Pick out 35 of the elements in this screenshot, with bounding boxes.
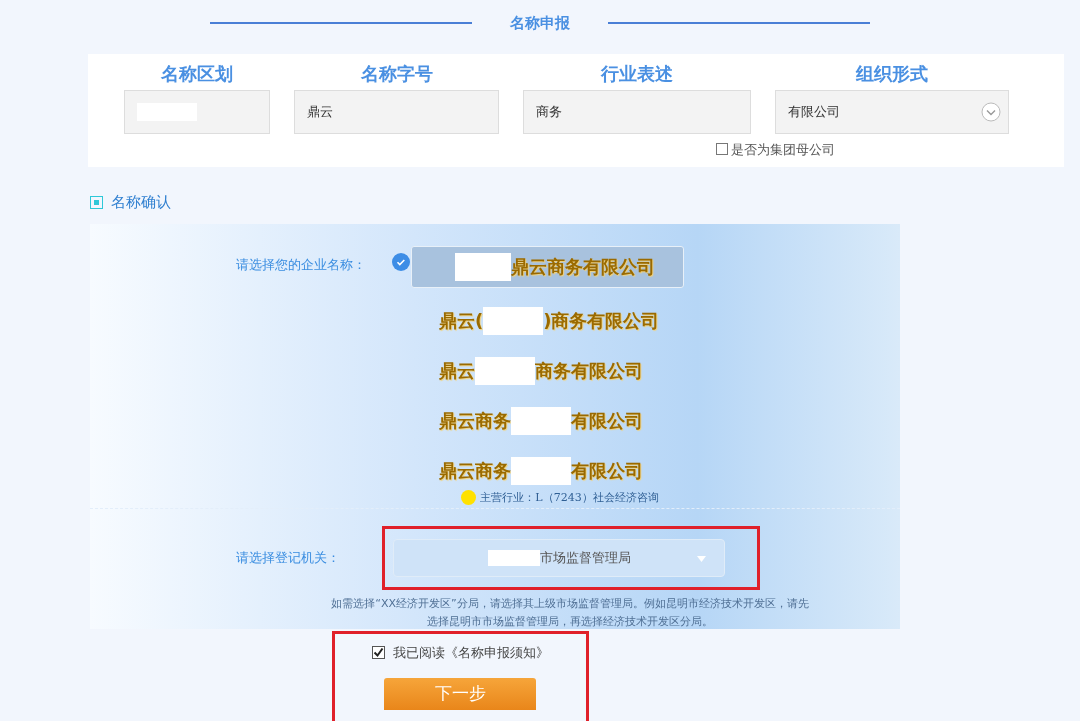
redaction-block (475, 356, 535, 385)
section-icon (90, 195, 103, 209)
input-field[interactable] (124, 90, 270, 134)
dot-icon (461, 490, 477, 506)
industry-text: 主营行业：L（7243）社会经济咨询 (480, 489, 659, 506)
field-label: 组织形式 (856, 62, 928, 86)
notice-text: 如需选择“XX经济开发区”分局，请选择其上级市场监督管理局。例如昆明市经济技术开发区，请先选择昆明市市场监督管理局，再选择经济技术开发区分局。 (330, 596, 810, 630)
next-button[interactable]: 下一步 (384, 678, 536, 710)
name-option[interactable]: 鼎云 商务有限公司 (411, 345, 684, 396)
checkbox[interactable] (716, 143, 728, 155)
caret-icon (697, 556, 706, 562)
redaction-block (455, 252, 511, 281)
redaction-block (511, 456, 571, 485)
section-title: 名称确认 (111, 192, 171, 213)
field-label: 名称区划 (161, 62, 233, 86)
agreement-label: 我已阅读《名称申报须知》 (392, 643, 549, 662)
field-label: 请选择您的企业名称： (236, 256, 366, 272)
name-option[interactable]: 鼎云商务 有限公司 (411, 395, 684, 446)
redaction-block (511, 406, 571, 435)
checkbox[interactable] (371, 645, 385, 659)
field-label: 行业表述 (601, 62, 673, 86)
page-title: 名称申报 (510, 12, 570, 34)
checkbox-label: 是否为集团母公司 (731, 142, 835, 157)
input-field[interactable]: 鼎云 (294, 90, 499, 134)
field-label: 请选择登记机关： (236, 550, 340, 566)
redaction-block (487, 550, 540, 566)
name-option[interactable]: 鼎云商务有限公司 (411, 245, 684, 288)
redaction-block (483, 306, 544, 335)
check-icon (392, 252, 410, 271)
field-label: 名称字号 (360, 62, 433, 86)
organization-select[interactable]: 有限公司 (775, 90, 1009, 134)
chevron-down-icon (981, 102, 1001, 122)
input-field[interactable]: 商务 (523, 90, 751, 134)
name-option[interactable]: 鼎云( )商务有限公司 (411, 295, 684, 346)
authority-select[interactable]: 市场监督管理局 (393, 539, 725, 577)
